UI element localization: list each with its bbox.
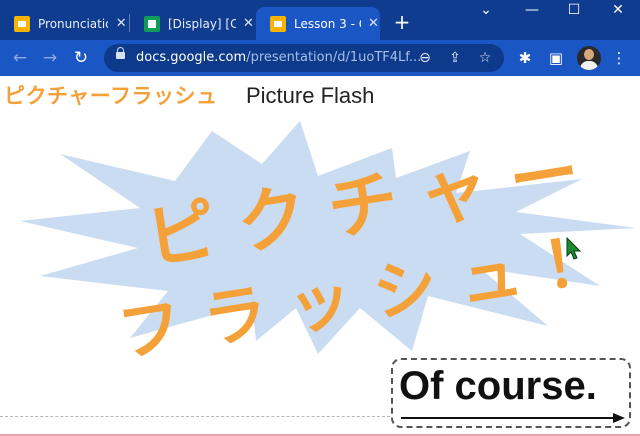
of-course-text: Of course. — [399, 364, 597, 408]
right-arrow-icon — [401, 413, 625, 423]
side-panel-icon[interactable]: ▣ — [546, 48, 566, 68]
google-slides-icon — [14, 15, 30, 32]
minimize-button[interactable]: — — [517, 2, 547, 18]
avatar-shirt — [580, 61, 598, 70]
tab-title: Lesson 3 - G — [294, 16, 361, 31]
url-text[interactable]: docs.google.com/presentation/d/1uoTF4Lf.… — [136, 50, 426, 65]
lock-icon — [116, 47, 125, 59]
tab-strip: Pronunciation ✕ [Display] [C ✕ Lesson 3 … — [0, 0, 640, 40]
avatar-face — [584, 49, 594, 60]
tab-title: [Display] [C — [168, 16, 236, 31]
new-tab-button[interactable]: + — [392, 10, 412, 34]
tab-pronunciation[interactable]: Pronunciation ✕ — [0, 7, 128, 40]
tab-close-icon[interactable]: ✕ — [367, 16, 380, 31]
profile-avatar[interactable] — [577, 46, 601, 70]
forward-button[interactable]: → — [38, 46, 62, 70]
slide-title-japanese: ピクチャーフラッシュ — [4, 84, 218, 108]
extensions-puzzle-icon[interactable]: ✱ — [515, 48, 535, 68]
google-slides-icon — [270, 15, 286, 32]
tab-title: Pronunciation — [38, 16, 108, 31]
google-sheets-icon — [144, 15, 160, 32]
back-button[interactable]: ← — [8, 46, 32, 70]
maximize-button[interactable]: ☐ — [559, 2, 589, 18]
bookmark-star-icon[interactable]: ☆ — [476, 49, 494, 67]
tab-close-icon[interactable]: ✕ — [242, 16, 255, 31]
tab-search-icon[interactable]: ⌄ — [471, 2, 501, 18]
url-host: docs.google.com — [136, 50, 247, 65]
address-bar[interactable]: docs.google.com/presentation/d/1uoTF4Lf.… — [104, 44, 504, 72]
url-path: /presentation/d/1uoTF4Lf... — [246, 50, 422, 65]
mouse-cursor-icon — [566, 237, 582, 260]
browser-toolbar: ← → ↻ docs.google.com/presentation/d/1uo… — [0, 40, 640, 76]
zoom-icon[interactable]: ⊖ — [416, 49, 434, 67]
tab-close-icon[interactable]: ✕ — [114, 16, 128, 31]
slide-canvas: ピクチャーフラッシュ Picture Flash ピクチャー フラッシュ！ Of… — [0, 76, 640, 436]
of-course-textbox[interactable]: Of course. — [391, 358, 631, 428]
close-window-button[interactable]: ✕ — [603, 2, 633, 18]
browser-menu-icon[interactable]: ⋮ — [609, 48, 629, 68]
slide-title-english: Picture Flash — [246, 83, 375, 108]
reload-button[interactable]: ↻ — [69, 46, 93, 70]
tab-lesson-3[interactable]: Lesson 3 - G ✕ — [256, 7, 380, 40]
share-icon[interactable]: ⇪ — [446, 49, 464, 67]
tab-display[interactable]: [Display] [C ✕ — [130, 7, 255, 40]
guide-line — [0, 416, 390, 417]
